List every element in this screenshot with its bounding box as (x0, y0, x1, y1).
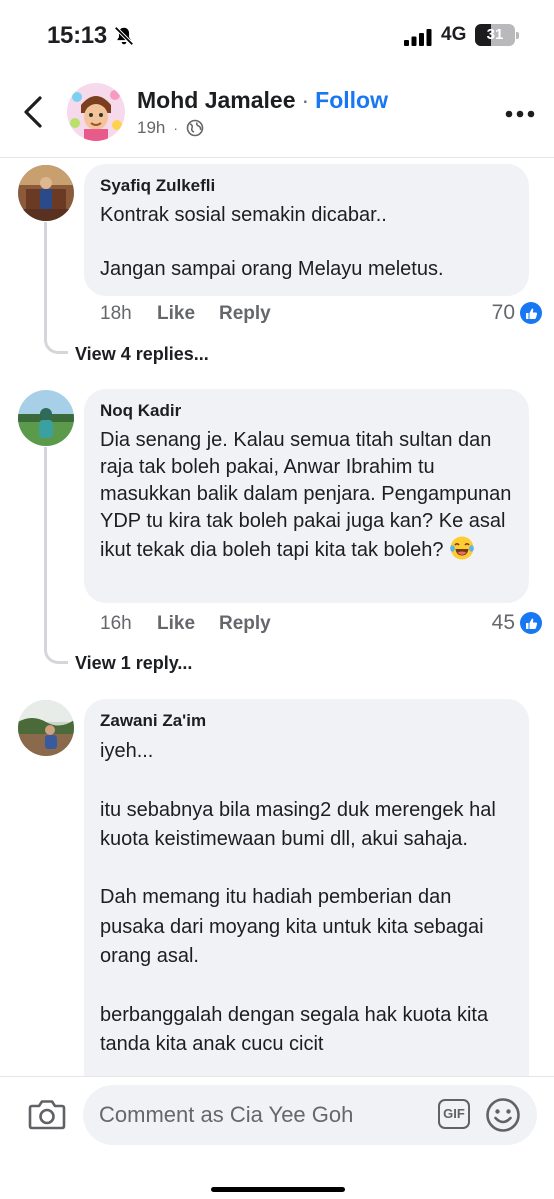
thread-line (44, 447, 47, 642)
post-age[interactable]: 19h (137, 118, 165, 138)
comment-bubble[interactable]: Noq Kadir Dia senang je. Kalau semua tit… (84, 389, 529, 603)
thread-curve (44, 332, 68, 354)
avatar-photo-icon (18, 165, 74, 221)
reply-button[interactable]: Reply (219, 613, 271, 635)
author-name[interactable]: Mohd Jamalee (137, 87, 296, 113)
avatar-photo-icon (18, 390, 74, 446)
cellular-signal-icon (404, 29, 432, 46)
camera-icon[interactable] (28, 1098, 66, 1130)
thumbs-up-icon (520, 302, 542, 324)
back-chevron-icon[interactable] (20, 94, 46, 130)
commenter-avatar[interactable] (18, 165, 74, 221)
comment-input[interactable] (99, 1085, 399, 1145)
network-type: 4G (441, 24, 467, 45)
status-time: 15:13 (47, 22, 107, 49)
post-meta: 19h · (137, 118, 204, 138)
battery-nub (516, 32, 519, 39)
comment-author[interactable]: Zawani Za'im (100, 711, 513, 731)
cartoon-avatar-icon (67, 83, 125, 141)
reaction-count: 70 (491, 301, 515, 324)
avatar-photo-icon (18, 700, 74, 756)
reaction-summary[interactable]: 70 (492, 301, 542, 325)
author-avatar[interactable] (67, 83, 125, 141)
comment-input-wrapper: GIF (83, 1085, 537, 1145)
comment-text-wrap: Dia senang je. Kalau semua titah sultan … (100, 427, 513, 564)
more-options-icon[interactable] (505, 110, 535, 118)
commenter-avatar[interactable] (18, 700, 74, 756)
name-separator: · (301, 87, 310, 113)
view-replies-link[interactable]: View 4 replies... (75, 344, 209, 365)
gif-button[interactable]: GIF (438, 1099, 470, 1129)
status-bar: 15:13 4G 31 (0, 0, 554, 70)
comment-author[interactable]: Noq Kadir (100, 401, 513, 421)
comment-composer: GIF (0, 1076, 554, 1199)
like-button[interactable]: Like (157, 303, 219, 325)
follow-button[interactable]: Follow (315, 87, 388, 113)
emoji-icon[interactable] (485, 1097, 521, 1133)
comment-text: iyeh... itu sebabnya bila masing2 duk me… (100, 740, 496, 1055)
like-button[interactable]: Like (157, 613, 219, 635)
bell-muted-icon (114, 26, 134, 46)
comment-text: Kontrak sosial semakin dicabar.. Jangan … (100, 204, 444, 280)
battery-icon: 31 (475, 24, 519, 46)
comment-actions: 18h Like Reply (100, 303, 271, 325)
meta-separator: · (173, 120, 179, 136)
comment-bubble[interactable]: Syafiq Zulkefli Kontrak sosial semakin d… (84, 164, 529, 296)
thumbs-up-icon (520, 612, 542, 634)
post-header: Mohd Jamalee · Follow 19h · (0, 70, 554, 158)
battery-level: 31 (486, 26, 504, 43)
comment-bubble[interactable]: Zawani Za'im iyeh... itu sebabnya bila m… (84, 699, 529, 1119)
author-name-line: Mohd Jamalee · Follow (137, 87, 388, 114)
comment-author[interactable]: Syafiq Zulkefli (100, 176, 513, 196)
laughing-tears-emoji-icon (450, 536, 474, 560)
comment-actions: 16h Like Reply (100, 613, 271, 635)
reaction-count: 45 (491, 611, 515, 634)
comment-age[interactable]: 18h (100, 303, 157, 325)
comment-age[interactable]: 16h (100, 613, 157, 635)
thread-curve (44, 642, 68, 664)
view-replies-link[interactable]: View 1 reply... (75, 653, 192, 674)
reply-button[interactable]: Reply (219, 303, 271, 325)
thread-line (44, 222, 47, 332)
home-indicator[interactable] (211, 1187, 345, 1192)
globe-icon (186, 119, 204, 137)
reaction-summary[interactable]: 45 (492, 611, 542, 635)
commenter-avatar[interactable] (18, 390, 74, 446)
